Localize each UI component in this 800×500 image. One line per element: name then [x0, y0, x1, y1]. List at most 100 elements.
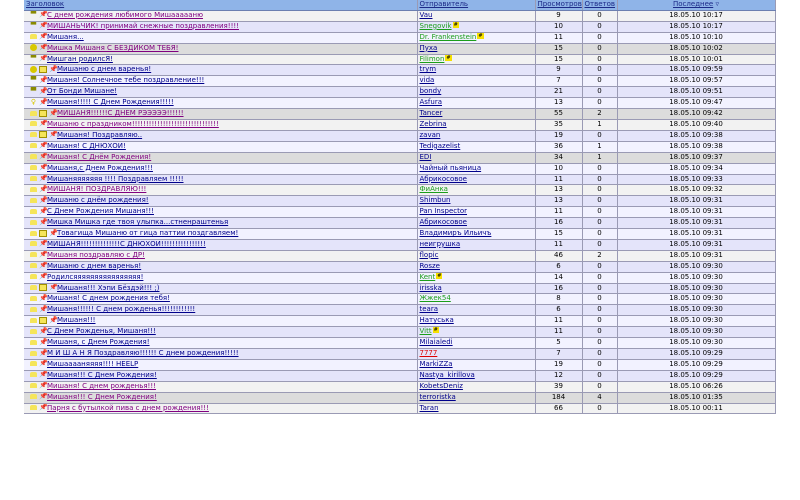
views-count: 11: [535, 315, 583, 328]
title-cell: 📌Парня с бутылкой пива с днем рождения!!…: [24, 403, 418, 415]
sender-link[interactable]: Asfura: [420, 98, 443, 106]
title-cell: 📌Мишаню с днем варенья!: [24, 64, 418, 77]
pin-icon: 📌: [49, 315, 58, 324]
topic-link[interactable]: С днем рождения любимого Мишаааааню: [47, 11, 203, 19]
topic-link[interactable]: МИШАНЬЧИК! принимай снежные поздравления…: [47, 22, 239, 30]
sender-link[interactable]: zavan: [420, 131, 441, 139]
table-row: ▀ 📌Мишаня! Солнечное тебе поздравление!!!…: [24, 75, 776, 88]
pin-icon: 📌: [39, 163, 48, 172]
topic-link[interactable]: Мишаня поздравляю с ДР!: [47, 251, 145, 259]
sender-link[interactable]: Kent: [420, 273, 436, 281]
sender-link[interactable]: Shimbun: [420, 196, 451, 204]
sort-by-last[interactable]: Последнее: [673, 0, 713, 8]
topic-link[interactable]: М И Ш А Н Я Поздравляю!!!!!! С днем рожд…: [47, 349, 239, 357]
sender-link[interactable]: Tedigazelist: [420, 142, 461, 150]
topic-link[interactable]: Мишаня! Поздравляю..: [57, 131, 142, 139]
sender-link[interactable]: Filimon: [420, 55, 445, 63]
topic-link[interactable]: Мишаня!!! С Днем Рождения!: [47, 371, 157, 379]
pin-icon: 📌: [39, 261, 48, 270]
sender-link[interactable]: bondy: [420, 87, 442, 95]
sender-link[interactable]: неигрушка: [420, 240, 461, 248]
views-count: 10: [535, 21, 583, 33]
last-post-time: 18.05.10 09:29: [617, 359, 776, 371]
pin-icon: 📌: [39, 119, 48, 128]
sort-by-title[interactable]: Заголовок: [26, 0, 64, 8]
topic-link[interactable]: Мишаня! С Днём Рождения!: [47, 153, 151, 161]
sender-link[interactable]: Milaialedi: [420, 338, 453, 346]
topic-link[interactable]: Мишаня!!!: [57, 316, 96, 324]
topic-link[interactable]: Мишаня...: [47, 33, 84, 41]
sort-by-sender[interactable]: Отправитель: [420, 0, 469, 8]
topic-link[interactable]: Мишка Мишка где твоя улыпка...стненраште…: [47, 218, 228, 226]
topic-link[interactable]: Мишааааняяяя!!!! HEELP: [47, 360, 138, 368]
topic-link[interactable]: Мишка Мишаня С БЕЗДИКОМ ТЕБЯ!: [47, 44, 178, 52]
sender-link[interactable]: vida: [420, 76, 435, 84]
topic-link[interactable]: Мишаня!!!!!! С днем рожденья!!!!!!!!!!!!: [47, 305, 195, 313]
last-post-time: 18.05.10 09:34: [617, 163, 776, 175]
sender-link[interactable]: Nastya_kirillova: [420, 371, 475, 379]
sender-link[interactable]: Vitt: [420, 327, 432, 335]
topic-link[interactable]: МИШАНЯ!!!!!!!!!!!!!!С ДНЮХОЙ!!!!!!!!!!!!…: [47, 240, 206, 248]
topic-link[interactable]: Мишаню с днём рождения!: [47, 196, 149, 204]
sender-link[interactable]: Абрикосовое: [420, 175, 467, 183]
table-row: ▀ 📌От Бонди Мишане! bondy 21 0 18.05.10 09:51: [24, 86, 776, 99]
topic-link[interactable]: Мишаню с праздником!!!!!!!!!!!!!!!!!!!!!…: [47, 120, 219, 128]
sender-link[interactable]: Абрикосовое: [420, 218, 467, 226]
topic-link[interactable]: С Днем Рожденья, Мишаня!!!: [47, 327, 156, 335]
topic-link[interactable]: Мишаня, с Днем Рождения!: [47, 338, 150, 346]
topic-link[interactable]: Мишаню с днем варенья!: [47, 262, 141, 270]
topic-link[interactable]: Родилсяяяяяяяяяяяяяяяя!: [47, 273, 143, 281]
sender-link[interactable]: trym: [420, 65, 437, 73]
sort-by-replies[interactable]: Ответов: [585, 0, 616, 8]
title-cell: 📌С Днем Рождения Мишаня!!!: [24, 206, 418, 219]
sender-link[interactable]: Pan Inspector: [420, 207, 468, 215]
topic-link[interactable]: Мишаня!!! С Днем Рождения!: [47, 393, 157, 401]
topic-link[interactable]: Мишган родилсЯ!: [47, 55, 113, 63]
sender-link[interactable]: terroristka: [420, 393, 456, 401]
topic-link[interactable]: Товагища Мишаню от гица паттии поздгавля…: [57, 229, 238, 237]
topic-link[interactable]: МИШАНЯ!!!!!!С ДНЕМ РЭЭЭЭЭ!!!!!!: [57, 109, 184, 117]
topic-link[interactable]: Парня с бутылкой пива с днем рождения!!!: [47, 404, 209, 412]
sender-link[interactable]: MarkiZZa: [420, 360, 453, 368]
sender-link[interactable]: teara: [420, 305, 439, 313]
sender-link[interactable]: Zebrina: [420, 120, 447, 128]
sender-link[interactable]: Пуха: [420, 44, 438, 52]
sender-cell: Nastya_kirillova: [417, 370, 536, 382]
sender-link[interactable]: Taran: [420, 404, 439, 412]
topic-link[interactable]: Мишаня!!! Хэпи Бёздэй!!! ;): [57, 284, 160, 292]
sender-link[interactable]: Vau: [420, 11, 433, 19]
sender-link[interactable]: Владимиръ Ильичъ: [420, 229, 492, 237]
topic-link[interactable]: С Днем Рождения Мишаня!!!: [47, 207, 154, 215]
topic-link[interactable]: МИШАНЯ! ПОЗДРАВЛЯЮ!!!: [47, 185, 146, 193]
lock-icon: [30, 263, 37, 269]
topic-link[interactable]: Мишаня! Солнечное тебе поздравление!!!: [47, 76, 204, 84]
topic-link[interactable]: Мишаня! С ДНЮХОЙ!: [47, 142, 126, 150]
sender-link[interactable]: Dr. Frankenstein: [420, 33, 477, 41]
topic-link[interactable]: Мишаня! С днем рождения тебя!: [47, 294, 170, 302]
sender-cell: trym: [417, 64, 536, 77]
sender-link[interactable]: Tancer: [420, 109, 443, 117]
sender-link[interactable]: Жжек54: [420, 294, 451, 302]
sender-link[interactable]: 7777: [420, 349, 438, 357]
topic-link[interactable]: Мишаня! С днем рожденья!!!: [47, 382, 156, 390]
sender-link[interactable]: Чайный пьяница: [420, 164, 482, 172]
lock-icon: [30, 306, 37, 312]
sort-by-views[interactable]: Просмотров: [538, 0, 582, 8]
topic-link[interactable]: От Бонди Мишане!: [47, 87, 117, 95]
sender-link[interactable]: Rosze: [420, 262, 440, 270]
lock-icon: [30, 317, 37, 323]
topic-link[interactable]: Мишаняяяяяяя !!!! Поздравляем !!!!!: [47, 175, 184, 183]
topic-link[interactable]: Мишаня,с Днем Рождения!!!: [47, 164, 153, 172]
topic-link[interactable]: Мишаня!!!!! С Днем Рождения!!!!!: [47, 98, 174, 106]
sender-link[interactable]: KobetsDeniz: [420, 382, 463, 390]
replies-count: 0: [582, 64, 618, 77]
sender-link[interactable]: Snegovik: [420, 22, 452, 30]
sender-link[interactable]: flopic: [420, 251, 439, 259]
sender-link[interactable]: irisska: [420, 284, 442, 292]
views-count: 13: [535, 97, 583, 110]
sender-link[interactable]: Натуська: [420, 316, 454, 324]
sender-link[interactable]: ФиАнка: [420, 185, 448, 193]
sender-link[interactable]: EDI: [420, 153, 432, 161]
replies-count: 0: [582, 32, 618, 44]
topic-link[interactable]: Мишаню с днем варенья!: [57, 65, 151, 73]
